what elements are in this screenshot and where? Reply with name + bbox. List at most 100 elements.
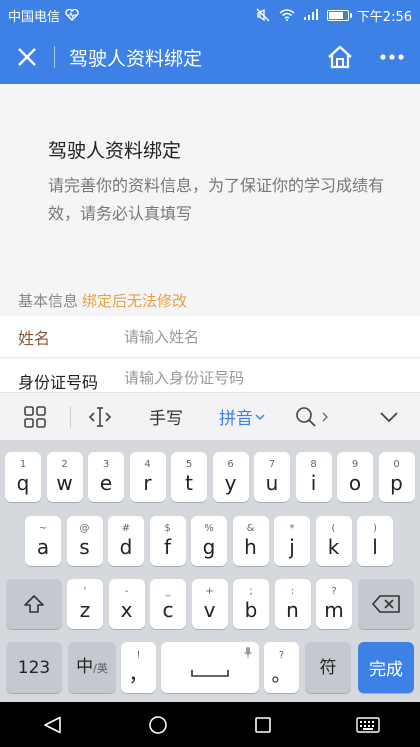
- key-v[interactable]: + v: [191, 579, 228, 629]
- key-o[interactable]: 9o: [337, 452, 373, 502]
- key-i[interactable]: 8i: [295, 452, 332, 502]
- key-main-label: b: [244, 598, 258, 622]
- page-title: 驾驶人资料绑定: [48, 140, 182, 162]
- page-description: 请完善你的资料信息，为了保证你的学习成绩有效，请务必认真填写: [48, 176, 385, 223]
- key-sub-label: -: [124, 586, 129, 597]
- key-r[interactable]: 4r: [129, 452, 166, 502]
- pinyin-button[interactable]: 拼音: [203, 393, 281, 441]
- key-main-label: a: [36, 535, 50, 559]
- status-bar: 中国电信 下午2:56: [0, 0, 420, 30]
- keyboard: 123 中/英 ! ， ? 。 符 完成 1q2w3e4r5t6y7u8i9o0…: [0, 440, 420, 702]
- id-field-row: 身份证号码: [0, 359, 420, 392]
- period-key-sub: ?: [278, 649, 285, 661]
- space-key[interactable]: [161, 642, 259, 693]
- key-sub-label: 2: [61, 459, 68, 470]
- numbers-key-label: 123: [17, 657, 51, 678]
- key-u[interactable]: 7u: [254, 452, 290, 502]
- backspace-key[interactable]: [358, 579, 414, 629]
- recents-nav-button[interactable]: [233, 702, 293, 747]
- mute-icon: [255, 8, 271, 22]
- key-sub-label: :: [290, 586, 295, 597]
- key-k[interactable]: (k: [315, 516, 352, 566]
- key-main-label: w: [56, 471, 73, 495]
- key-b[interactable]: ; b: [233, 579, 269, 629]
- key-x[interactable]: -x: [108, 579, 145, 629]
- home-icon: [328, 45, 352, 69]
- key-main-label: z: [79, 598, 91, 622]
- key-main-label: s: [79, 535, 90, 559]
- key-q[interactable]: 1q: [5, 452, 41, 502]
- backspace-icon: [372, 595, 400, 613]
- key-t[interactable]: 5t: [171, 452, 207, 502]
- symbols-key[interactable]: 符: [305, 642, 351, 693]
- period-key-main: 。: [271, 661, 292, 686]
- key-main-label: x: [120, 598, 133, 622]
- key-sub-label: ~: [38, 523, 48, 534]
- english-label: /英: [93, 661, 108, 675]
- key-sub-label: 1: [19, 459, 27, 470]
- key-j[interactable]: * j: [274, 516, 310, 566]
- collapse-keyboard-button[interactable]: [358, 393, 420, 441]
- cursor-move-button[interactable]: [71, 393, 129, 441]
- id-number-input[interactable]: [124, 369, 420, 387]
- key-m[interactable]: ? m: [316, 579, 352, 629]
- key-e[interactable]: 3e: [88, 452, 124, 502]
- key-main-label: q: [16, 471, 30, 495]
- search-button[interactable]: [281, 393, 341, 441]
- key-a[interactable]: ~ a: [25, 516, 61, 566]
- key-p[interactable]: 0p: [378, 452, 415, 502]
- period-key[interactable]: ? 。: [264, 642, 299, 693]
- key-main-label: y: [224, 471, 237, 495]
- more-button[interactable]: [364, 30, 420, 84]
- key-main-label: f: [163, 535, 172, 559]
- comma-key[interactable]: ! ，: [121, 642, 156, 693]
- key-sub-label: ?: [331, 586, 337, 597]
- handwriting-button[interactable]: 手写: [129, 393, 203, 441]
- key-g[interactable]: % g: [191, 516, 227, 566]
- key-c[interactable]: _ c: [150, 579, 186, 629]
- keyboard-nav-button[interactable]: [338, 702, 398, 747]
- keyboard-menu-button[interactable]: [0, 393, 70, 441]
- key-main-label: m: [324, 598, 344, 622]
- comma-key-main: ，: [128, 661, 149, 686]
- more-dots-icon: [380, 54, 404, 60]
- key-sub-label: _: [165, 586, 171, 597]
- name-input[interactable]: [124, 327, 420, 346]
- key-sub-label: 0: [393, 459, 400, 470]
- recents-square-icon: [254, 716, 271, 733]
- home-nav-button[interactable]: [128, 702, 188, 747]
- key-h[interactable]: & h: [232, 516, 269, 566]
- key-sub-label: @: [79, 523, 90, 534]
- close-button[interactable]: [0, 30, 54, 84]
- microphone-icon: [244, 647, 252, 658]
- section-warning: 绑定后无法修改: [82, 292, 188, 310]
- key-y[interactable]: 6y: [212, 452, 249, 502]
- chevron-down-icon: [255, 413, 265, 420]
- key-w[interactable]: 2w: [46, 452, 83, 502]
- key-n[interactable]: :n: [274, 579, 311, 629]
- shift-key[interactable]: [6, 579, 62, 629]
- back-nav-button[interactable]: [23, 702, 83, 747]
- key-main-label: v: [203, 598, 216, 622]
- done-key[interactable]: 完成: [358, 642, 414, 693]
- key-l[interactable]: ) l: [357, 516, 393, 566]
- key-main-label: n: [286, 598, 299, 622]
- key-s[interactable]: @ s: [66, 516, 103, 566]
- key-sub-label: (: [331, 523, 336, 534]
- key-main-label: p: [390, 471, 403, 495]
- close-icon: [18, 48, 36, 66]
- keyboard-toolbar: 手写 拼音: [0, 392, 420, 440]
- numbers-key[interactable]: 123: [6, 642, 62, 693]
- key-d[interactable]: # d: [108, 516, 144, 566]
- language-switch-key[interactable]: 中/英: [68, 642, 116, 693]
- name-field-row: 姓名: [0, 316, 420, 358]
- key-sub-label: %: [204, 523, 214, 534]
- home-button[interactable]: [316, 30, 364, 84]
- key-z[interactable]: ' z: [67, 579, 103, 629]
- key-main-label: t: [185, 471, 193, 495]
- key-sub-label: 8: [310, 459, 317, 470]
- key-sub-label: 6: [227, 459, 234, 470]
- section-label: 基本信息: [18, 292, 79, 310]
- key-f[interactable]: $ f: [149, 516, 186, 566]
- key-main-label: h: [244, 535, 257, 559]
